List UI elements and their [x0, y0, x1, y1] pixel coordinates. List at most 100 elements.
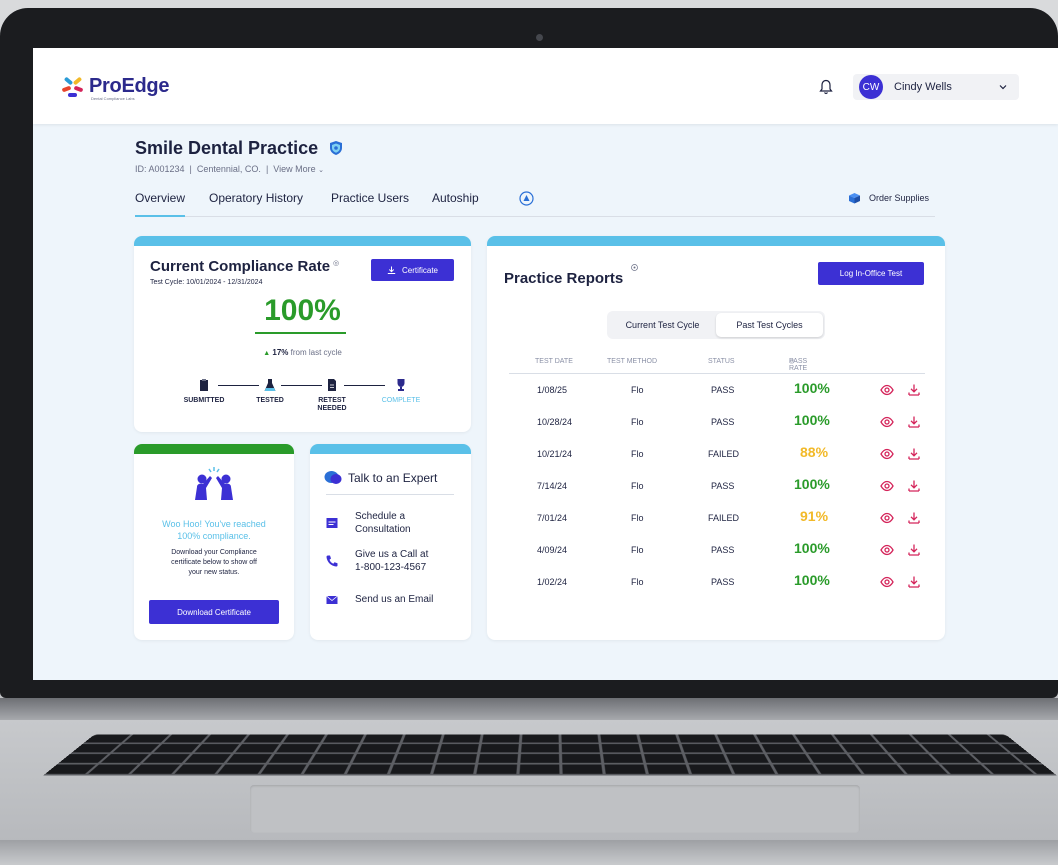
laptop-trackpad: [250, 785, 860, 833]
column-header-status[interactable]: STATUS: [708, 358, 735, 365]
download-icon[interactable]: [907, 479, 921, 493]
schedule-consultation-link[interactable]: Schedule a Consultation: [326, 510, 411, 536]
chevron-down-icon: [999, 85, 1007, 90]
table-row: 7/01/24 Flo FAILED 91%: [509, 502, 925, 534]
send-email-link[interactable]: Send us an Email: [326, 593, 433, 606]
cell-test-date: 10/28/24: [537, 417, 573, 427]
eye-icon[interactable]: [880, 415, 894, 429]
practice-reports-card: Practice Reports Log In-Office Test Curr…: [487, 236, 945, 640]
column-header-test-method[interactable]: TEST METHOD: [607, 358, 657, 365]
info-icon[interactable]: ◎: [333, 260, 339, 267]
cell-pass-rate: 100%: [794, 572, 830, 588]
compliance-progress: SUBMITTED TESTED RETEST NEEDED COMPLETE: [134, 378, 471, 423]
tab-overview[interactable]: Overview: [135, 191, 186, 217]
top-navigation-bar: ProEdge Dental Compliance Labs CW Cindy …: [33, 48, 1058, 124]
download-certificate-button[interactable]: Download Certificate: [149, 600, 279, 624]
chat-bubble-icon: [324, 471, 342, 484]
column-header-test-date[interactable]: TEST DATE: [535, 358, 573, 365]
cell-status: PASS: [711, 577, 735, 587]
user-menu[interactable]: CW Cindy Wells: [853, 74, 1019, 100]
download-icon[interactable]: [907, 543, 921, 557]
download-icon[interactable]: [907, 511, 921, 525]
reports-table: TEST DATE TEST METHOD STATUS PASS RATE ◎…: [509, 358, 925, 598]
tab-practice-users[interactable]: Practice Users: [331, 191, 409, 205]
bell-icon[interactable]: [819, 79, 833, 95]
divider: [326, 494, 454, 495]
download-icon[interactable]: [907, 447, 921, 461]
tab-autoship[interactable]: Autoship: [432, 191, 479, 205]
rate-underline: [255, 332, 346, 334]
eye-icon[interactable]: [880, 575, 894, 589]
info-icon: ◎: [789, 359, 795, 365]
compliance-card: Current Compliance Rate ◎ Test Cycle: 10/…: [134, 236, 471, 432]
view-more-link[interactable]: View More ⌄: [273, 164, 324, 174]
download-icon[interactable]: [907, 383, 921, 397]
eye-icon[interactable]: [880, 543, 894, 557]
eye-icon[interactable]: [880, 383, 894, 397]
page-title: Smile Dental Practice: [135, 138, 319, 158]
cell-status: FAILED: [708, 513, 740, 523]
cell-test-date: 10/21/24: [537, 449, 573, 459]
expert-card: Talk to an Expert Schedule a Consultation…: [310, 444, 471, 640]
card-accent-strip: [134, 444, 294, 454]
cell-test-date: 1/02/24: [537, 577, 568, 587]
cell-test-date: 7/14/24: [537, 481, 568, 491]
eye-icon[interactable]: [880, 447, 894, 461]
proedge-logo[interactable]: ProEdge Dental Compliance Labs: [61, 75, 170, 101]
avatar: CW: [859, 75, 883, 99]
card-accent-strip: [310, 444, 471, 454]
envelope-icon: [326, 595, 338, 604]
cell-pass-rate: 100%: [794, 476, 830, 492]
cell-status: PASS: [711, 481, 735, 491]
toggle-current-test-cycle[interactable]: Current Test Cycle: [609, 313, 716, 337]
certificate-button[interactable]: Certificate: [371, 259, 454, 281]
download-icon[interactable]: [907, 415, 921, 429]
cell-test-method: Flo: [631, 481, 644, 491]
table-row: 1/02/24 Flo PASS 100%: [509, 566, 925, 598]
cell-test-date: 4/09/24: [537, 545, 568, 555]
table-row: 10/21/24 Flo FAILED 88%: [509, 438, 925, 470]
call-phone-link[interactable]: Give us a Call at 1-800-123-4567: [326, 548, 428, 574]
triangle-up-icon: ▲: [263, 350, 271, 357]
chevron-down-icon: ⌄: [318, 167, 325, 174]
congrats-headline: Woo Hoo! You've reached 100% compliance.: [162, 519, 266, 541]
reports-title: Practice Reports: [504, 270, 624, 287]
cell-pass-rate: 100%: [794, 380, 830, 396]
card-accent-strip: [134, 236, 471, 246]
webcam: [536, 34, 543, 41]
congrats-body: Download your Compliance certificate belo…: [171, 549, 257, 576]
log-in-office-test-button[interactable]: Log In-Office Test: [818, 262, 924, 285]
eye-icon[interactable]: [880, 511, 894, 525]
toggle-past-test-cycles[interactable]: Past Test Cycles: [716, 313, 823, 337]
laptop-keyboard: [42, 734, 1058, 776]
high-five-icon: [195, 467, 233, 500]
step-complete: COMPLETE: [371, 378, 431, 405]
cell-test-date: 1/08/25: [537, 385, 568, 395]
table-row: 10/28/24 Flo PASS 100%: [509, 406, 925, 438]
table-row: 4/09/24 Flo PASS 100%: [509, 534, 925, 566]
eye-icon[interactable]: [880, 479, 894, 493]
app-screen: ProEdge Dental Compliance Labs CW Cindy …: [33, 48, 1058, 680]
info-icon[interactable]: [631, 264, 638, 271]
user-name: Cindy Wells: [894, 81, 952, 93]
test-cycle-toggle: Current Test Cycle Past Test Cycles: [607, 311, 825, 339]
tab-bar: Overview Operatory History Practice User…: [135, 189, 935, 217]
tab-operatory-history[interactable]: Operatory History: [209, 191, 303, 205]
practice-location: Centennial, CO.: [196, 164, 261, 174]
download-icon[interactable]: [907, 575, 921, 589]
step-submitted: SUBMITTED: [174, 378, 234, 405]
autoship-icon: [519, 191, 534, 206]
table-header: TEST DATE TEST METHOD STATUS PASS RATE ◎: [509, 358, 925, 374]
table-row: 1/08/25 Flo PASS 100%: [509, 374, 925, 406]
phone-icon: [326, 555, 338, 567]
cell-status: PASS: [711, 545, 735, 555]
logo-text: ProEdge: [89, 75, 170, 97]
order-supplies-link[interactable]: Order Supplies: [848, 192, 929, 204]
box-icon: [849, 193, 860, 204]
download-icon: [387, 266, 396, 274]
cell-test-date: 7/01/24: [537, 513, 568, 523]
flask-icon: [264, 379, 276, 391]
cell-pass-rate: 100%: [794, 412, 830, 428]
table-body: 1/08/25 Flo PASS 100% 10/28/24 Flo PASS 100% 10/…: [509, 374, 925, 598]
trophy-icon: [397, 379, 405, 391]
